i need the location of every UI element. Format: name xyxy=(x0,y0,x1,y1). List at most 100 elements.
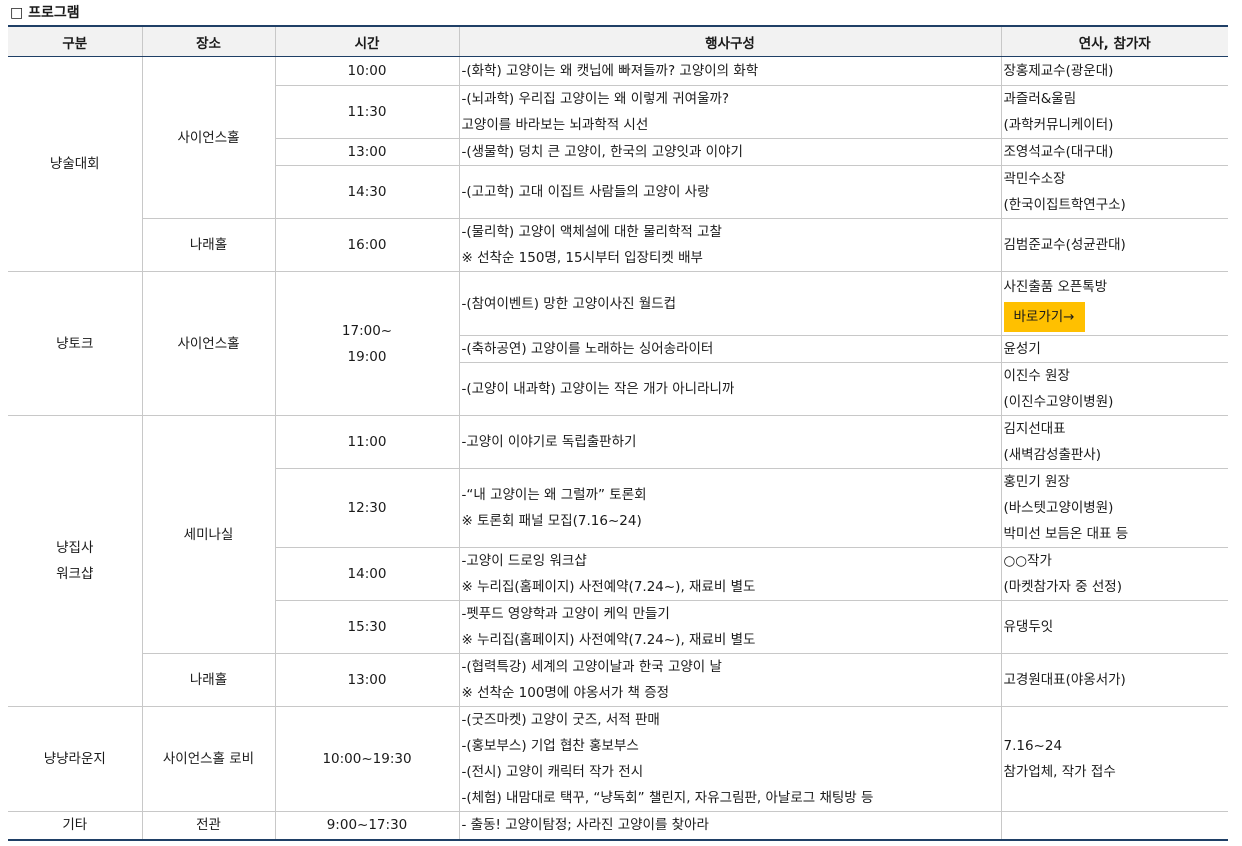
speaker-line: 참가업체, 작가 접수 xyxy=(1003,764,1116,780)
time-cell: 10:00~19:30 xyxy=(274,706,460,812)
event-line: -(고양이 내과학) 고양이는 작은 개가 아니라니까 xyxy=(461,381,735,397)
speaker-line: 장홍제교수(광운대) xyxy=(1003,63,1114,79)
header-speakers: 연사, 참가자 xyxy=(1000,25,1228,57)
speaker-cell: 윤성기 xyxy=(1000,335,1228,363)
event-cell: -고양이 드로잉 워크샵 ※ 누리집(홈페이지) 사전예약(7.24~), 재료… xyxy=(458,547,1002,601)
venue-cell: 세미나실 xyxy=(141,415,276,654)
speaker-line: 김범준교수(성균관대) xyxy=(1003,237,1126,253)
category-line: 냥집사 xyxy=(56,540,94,556)
event-line: -(물리학) 고양이 액체설에 대한 물리학적 고찰 xyxy=(461,224,722,240)
table-row: 나래홀 13:00 -(협력특강) 세계의 고양이날과 한국 고양이 날 ※ 선… xyxy=(8,653,1228,707)
event-line: -펫푸드 영양학과 고양이 케익 만들기 xyxy=(461,606,670,622)
speaker-line: 이진수 원장 xyxy=(1003,368,1070,384)
speaker-line: (바스텟고양이병원) xyxy=(1003,500,1114,516)
speaker-line: 홍민기 원장 xyxy=(1003,474,1070,490)
time-line: 17:00~ xyxy=(341,322,393,339)
speaker-cell: 홍민기 원장 (바스텟고양이병원) 박미선 보듬온 대표 등 xyxy=(1000,468,1228,548)
event-cell: -(뇌과학) 우리집 고양이는 왜 이렇게 귀여울까? 고양이를 바라보는 뇌과… xyxy=(458,85,1002,139)
header-time: 시간 xyxy=(274,25,460,57)
speaker-line: 유댕두잇 xyxy=(1003,619,1054,635)
time-cell: 14:00 xyxy=(274,547,460,601)
speaker-line: 7.16~24 xyxy=(1003,738,1063,754)
event-line: ※ 선착순 150명, 15시부터 입장티켓 배부 xyxy=(461,250,703,266)
speaker-line: (이진수고양이병원) xyxy=(1003,394,1114,410)
header-row: 구분 장소 시간 행사구성 연사, 참가자 xyxy=(8,25,1228,57)
speaker-cell: 김지선대표 (새벽감성출판사) xyxy=(1000,415,1228,469)
speaker-cell: 고경원대표(야옹서가) xyxy=(1000,653,1228,707)
speaker-line: 윤성기 xyxy=(1003,341,1041,357)
section-title: □ 프로그램 xyxy=(10,5,80,21)
speaker-line: (한국이집트학연구소) xyxy=(1003,197,1126,213)
time-cell: 15:30 xyxy=(274,600,460,654)
event-line: -(뇌과학) 우리집 고양이는 왜 이렇게 귀여울까? xyxy=(461,91,730,107)
table-row: 냥냥라운지 사이언스홀 로비 10:00~19:30 -(굿즈마켓) 고양이 굿… xyxy=(8,706,1228,812)
event-cell: -(굿즈마켓) 고양이 굿즈, 서적 판매 -(홍보부스) 기업 협찬 홍보부스… xyxy=(458,706,1002,812)
event-line: -고양이 이야기로 독립출판하기 xyxy=(461,434,637,450)
table-row: 나래홀 16:00 -(물리학) 고양이 액체설에 대한 물리학적 고찰 ※ 선… xyxy=(8,218,1228,272)
event-cell: -(고양이 내과학) 고양이는 작은 개가 아니라니까 xyxy=(458,362,1002,416)
time-cell: 14:30 xyxy=(274,165,460,219)
time-cell: 16:00 xyxy=(274,218,460,272)
event-line: 고양이를 바라보는 뇌과학적 시선 xyxy=(461,117,649,133)
speaker-line: 조영석교수(대구대) xyxy=(1003,144,1114,160)
speaker-cell: 조영석교수(대구대) xyxy=(1000,138,1228,166)
event-line: -(고고학) 고대 이집트 사람들의 고양이 사랑 xyxy=(461,184,710,200)
speaker-cell: 7.16~24 참가업체, 작가 접수 xyxy=(1000,706,1228,812)
speaker-cell: 과즐러&울림 (과학커뮤니케이터) xyxy=(1000,85,1228,139)
event-line: ※ 선착순 100명에 야옹서가 책 증정 xyxy=(461,685,670,701)
speaker-line: ○○작가 xyxy=(1003,553,1052,569)
event-line: -고양이 드로잉 워크샵 xyxy=(461,553,587,569)
speaker-line: 과즐러&울림 xyxy=(1003,91,1077,107)
speaker-cell: 유댕두잇 xyxy=(1000,600,1228,654)
venue-cell: 사이언스홀 xyxy=(141,56,276,219)
category-cell: 냥술대회 xyxy=(8,56,143,272)
event-cell: -“내 고양이는 왜 그럴까” 토론회 ※ 토론회 패널 모집(7.16~24) xyxy=(458,468,1002,548)
category-cell: 냥냥라운지 xyxy=(8,706,143,812)
event-line: -(체험) 내맘대로 택꾸, “냥독회” 챌린지, 자유그림판, 아날로그 채팅… xyxy=(461,790,874,806)
event-cell: -(물리학) 고양이 액체설에 대한 물리학적 고찰 ※ 선착순 150명, 1… xyxy=(458,218,1002,272)
time-line: 19:00 xyxy=(347,348,387,365)
event-cell: -(축하공연) 고양이를 노래하는 싱어송라이터 xyxy=(458,335,1002,363)
speaker-cell: 김범준교수(성균관대) xyxy=(1000,218,1228,272)
speaker-line: (과학커뮤니케이터) xyxy=(1003,117,1114,133)
event-cell: -(참여이벤트) 망한 고양이사진 월드컵 xyxy=(458,271,1002,336)
event-line: -(굿즈마켓) 고양이 굿즈, 서적 판매 xyxy=(461,712,660,728)
event-line: - 출동! 고양이탐정; 사라진 고양이를 찾아라 xyxy=(461,817,709,834)
event-line: -“내 고양이는 왜 그럴까” 토론회 xyxy=(461,487,647,503)
event-line: ※ 토론회 패널 모집(7.16~24) xyxy=(461,513,642,529)
venue-cell: 사이언스홀 로비 xyxy=(141,706,276,812)
event-line: -(전시) 고양이 캐릭터 작가 전시 xyxy=(461,764,644,780)
event-cell: -(협력특강) 세계의 고양이날과 한국 고양이 날 ※ 선착순 100명에 야… xyxy=(458,653,1002,707)
speaker-cell: ○○작가 (마켓참가자 중 선정) xyxy=(1000,547,1228,601)
venue-cell: 전관 xyxy=(141,811,276,841)
speaker-cell: 장홍제교수(광운대) xyxy=(1000,56,1228,86)
event-cell: - 출동! 고양이탐정; 사라진 고양이를 찾아라 xyxy=(458,811,1002,841)
venue-cell: 나래홀 xyxy=(141,218,276,272)
time-cell: 12:30 xyxy=(274,468,460,548)
event-line: -(생물학) 덩치 큰 고양이, 한국의 고양잇과 이야기 xyxy=(461,144,743,160)
category-line: 워크샵 xyxy=(56,566,94,582)
category-cell: 냥집사 워크샵 xyxy=(8,415,143,707)
program-table: 구분 장소 시간 행사구성 연사, 참가자 냥술대회 사이언스홀 10:00 -… xyxy=(8,25,1228,841)
speaker-line: 김지선대표 xyxy=(1003,421,1066,437)
speaker-line: 사진출품 오픈톡방 xyxy=(1003,278,1108,295)
table-row: 냥토크 사이언스홀 17:00~ 19:00 -(참여이벤트) 망한 고양이사진… xyxy=(8,271,1228,416)
category-cell: 기타 xyxy=(8,811,143,841)
event-line: ※ 누리집(홈페이지) 사전예약(7.24~), 재료비 별도 xyxy=(461,579,756,595)
time-cell: 9:00~17:30 xyxy=(274,811,460,841)
event-cell: -펫푸드 영양학과 고양이 케익 만들기 ※ 누리집(홈페이지) 사전예약(7.… xyxy=(458,600,1002,654)
time-cell: 11:30 xyxy=(274,85,460,139)
time-cell: 13:00 xyxy=(274,653,460,707)
table-row: 기타 전관 9:00~17:30 - 출동! 고양이탐정; 사라진 고양이를 찾… xyxy=(8,811,1228,841)
event-line: -(협력특강) 세계의 고양이날과 한국 고양이 날 xyxy=(461,659,722,675)
time-cell: 10:00 xyxy=(274,56,460,86)
shortcut-button[interactable]: 바로가기→ xyxy=(1003,301,1085,332)
event-cell: -(생물학) 덩치 큰 고양이, 한국의 고양잇과 이야기 xyxy=(458,138,1002,166)
event-line: ※ 누리집(홈페이지) 사전예약(7.24~), 재료비 별도 xyxy=(461,632,756,648)
header-category: 구분 xyxy=(8,25,143,57)
venue-cell: 나래홀 xyxy=(141,653,276,707)
table-row: 냥술대회 사이언스홀 10:00 -(화학) 고양이는 왜 캣닙에 빠져들까? … xyxy=(8,56,1228,272)
speaker-cell: 이진수 원장 (이진수고양이병원) xyxy=(1000,362,1228,416)
category-cell: 냥토크 xyxy=(8,271,143,416)
speaker-line: (새벽감성출판사) xyxy=(1003,447,1101,463)
